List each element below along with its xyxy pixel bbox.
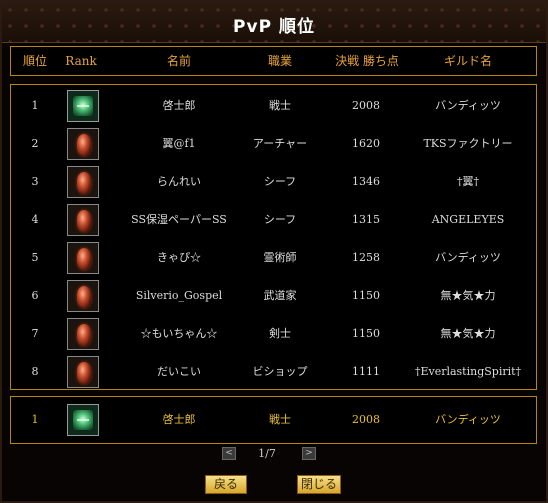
rank-number: 5 — [31, 251, 39, 264]
player-points: 1620 — [352, 137, 380, 150]
player-name: SS保湿ペーパーSS — [131, 213, 227, 226]
player-name: ☆もいちゃん☆ — [140, 327, 218, 340]
header-job: 職業 — [267, 54, 292, 68]
header-name: 名前 — [166, 54, 191, 68]
window-title: PvP 順位 — [233, 17, 315, 37]
player-guild: ANGELEYES — [431, 213, 505, 226]
pvp-ranking-window: PvP 順位 順位 Rank 名前 職業 決戦 勝ち点 ギルド名 1 啓士郎 戦… — [0, 0, 548, 503]
ruby-rank-icon — [67, 242, 99, 274]
rank-number: 1 — [31, 99, 39, 112]
player-job: シーフ — [263, 213, 297, 226]
table-row[interactable]: 6 Silverio_Gospel 武道家 1150 無★気★力 — [11, 277, 536, 315]
next-page-button[interactable]: > — [302, 447, 316, 460]
my-rank-number: 1 — [31, 413, 39, 426]
header-points: 決戦 勝ち点 — [335, 54, 399, 68]
player-job: シーフ — [263, 175, 297, 188]
player-name: らんれい — [157, 175, 201, 188]
my-name: 啓士郎 — [162, 413, 196, 426]
table-row[interactable]: 8 だいこい ビショップ 1111 †EverlastingSpirit† — [11, 353, 536, 391]
prev-page-button[interactable]: < — [222, 447, 236, 460]
player-job: 霊術師 — [263, 251, 297, 264]
table-row[interactable]: 2 翼@f1 アーチャー 1620 TKSファクトリー — [11, 125, 536, 163]
player-points: 1315 — [352, 213, 380, 226]
ruby-rank-icon — [67, 204, 99, 236]
my-rank-panel: 1 啓士郎 戦士 2008 バンディッツ — [10, 396, 537, 444]
player-guild: 無★気★力 — [440, 327, 496, 340]
player-points: 1150 — [352, 327, 380, 340]
header-guild: ギルド名 — [443, 54, 492, 68]
player-guild: †EverlastingSpirit† — [414, 365, 522, 378]
player-name: だいこい — [157, 365, 201, 378]
player-name: きゃぴ☆ — [157, 251, 201, 264]
my-job: 戦士 — [269, 413, 291, 426]
close-button[interactable]: 閉じる — [297, 475, 341, 494]
my-points: 2008 — [352, 413, 380, 426]
table-row[interactable]: 7 ☆もいちゃん☆ 剣士 1150 無★気★力 — [11, 315, 536, 353]
player-name: Silverio_Gospel — [135, 289, 223, 302]
emerald-rank-icon — [67, 404, 99, 436]
player-guild: バンディッツ — [435, 251, 501, 264]
ruby-rank-icon — [67, 166, 99, 198]
player-guild: TKSファクトリー — [423, 137, 513, 150]
ruby-rank-icon — [67, 280, 99, 312]
player-job: 戦士 — [269, 99, 291, 112]
ruby-rank-icon — [67, 356, 99, 388]
player-job: ビショップ — [252, 365, 308, 378]
player-points: 1111 — [352, 365, 380, 378]
ranking-list: 1 啓士郎 戦士 2008 バンディッツ 2 翼@f1 アーチャー 1620 T… — [10, 84, 537, 390]
player-name: 翼@f1 — [162, 137, 196, 150]
rank-number: 6 — [31, 289, 39, 302]
ruby-rank-icon — [67, 318, 99, 350]
rank-number: 3 — [31, 175, 39, 188]
title-bar: PvP 順位 — [2, 2, 546, 43]
player-job: 剣士 — [269, 327, 291, 340]
table-row[interactable]: 5 きゃぴ☆ 霊術師 1258 バンディッツ — [11, 239, 536, 277]
table-row[interactable]: 3 らんれい シーフ 1346 †翼† — [11, 163, 536, 201]
rank-number: 2 — [31, 137, 39, 150]
ruby-rank-icon — [67, 128, 99, 160]
table-row[interactable]: 4 SS保湿ペーパーSS シーフ 1315 ANGELEYES — [11, 201, 536, 239]
emerald-rank-icon — [67, 90, 99, 122]
player-points: 2008 — [352, 99, 380, 112]
header-rank-number: 順位 — [22, 54, 47, 68]
player-name: 啓士郎 — [162, 99, 196, 112]
table-row[interactable]: 1 啓士郎 戦士 2008 バンディッツ — [11, 87, 536, 125]
player-guild: バンディッツ — [435, 99, 501, 112]
rank-number: 4 — [31, 213, 39, 226]
player-points: 1150 — [352, 289, 380, 302]
my-guild: バンディッツ — [435, 413, 501, 426]
player-guild: †翼† — [457, 175, 479, 188]
player-job: アーチャー — [252, 137, 308, 150]
column-header-row: 順位 Rank 名前 職業 決戦 勝ち点 ギルド名 — [10, 46, 537, 76]
player-job: 武道家 — [263, 289, 297, 302]
header-rank-icon: Rank — [65, 54, 97, 68]
back-button[interactable]: 戻る — [205, 475, 247, 494]
rank-number: 7 — [31, 327, 39, 340]
my-rank-row: 1 啓士郎 戦士 2008 バンディッツ — [11, 401, 536, 439]
page-indicator: 1/7 — [258, 447, 276, 460]
rank-number: 8 — [31, 365, 39, 378]
player-points: 1346 — [352, 175, 380, 188]
player-guild: 無★気★力 — [440, 289, 496, 302]
player-points: 1258 — [352, 251, 380, 264]
